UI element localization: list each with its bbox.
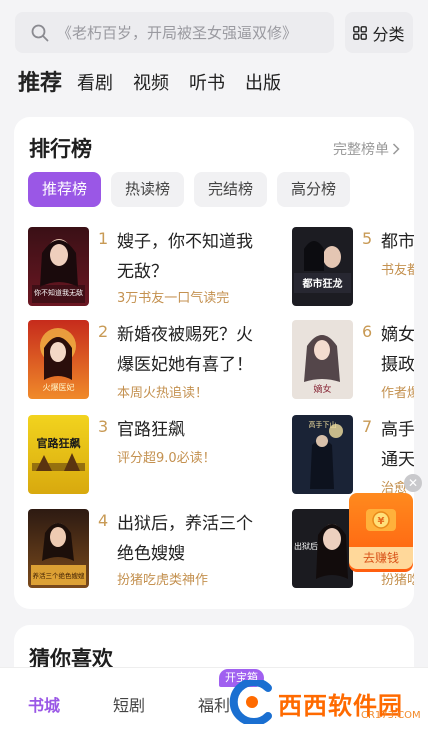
book-item[interactable]: 官路狂飙 3 官路狂飙 评分超9.0必读！ [28,415,278,495]
top-bar: 《老朽百岁，开局被圣女强逼双修》 分类 [0,0,428,60]
book-tag: 3万书友一口气读完 [117,291,230,306]
book-cover: 高手下山 [292,415,353,494]
cover-text: 高手下山 [309,420,337,429]
cover-text: 官路狂飙 [37,436,81,450]
book-cover: 嫡女 [292,320,353,399]
book-cover: 养活三个绝色嫂嫂 [28,509,89,588]
full-ranking-link[interactable]: 完整榜单 [333,139,400,159]
coin-icon: ¥ [366,509,396,531]
chip-recommend[interactable]: 推荐榜 [28,172,102,207]
book-title: 嫡女凌摄政王 [381,325,414,375]
book-title: 嫂子，你不知道我无敌？ [117,232,253,282]
tab-audiobook[interactable]: 听书 [189,66,225,102]
cover-text: 你不知道我无敌 [34,288,83,297]
category-button[interactable]: 分类 [345,12,413,53]
search-placeholder: 《老朽百岁，开局被圣女强逼双修》 [57,24,298,42]
book-title: 高手下通天， [381,420,414,470]
book-item[interactable]: 嫡女 6 嫡女凌摄政王 作者爆 [292,320,414,401]
nav-bookstore[interactable]: 书城 [28,692,60,716]
cover-text: 出狱后 [294,541,318,551]
top-tabs: 推荐 看剧 视频 听书 出版 [18,66,301,102]
earn-money-floating-button[interactable]: ¥ 去赚钱 [349,493,413,572]
rank-number: 1 [98,229,109,248]
book-cover: 都市狂龙 [292,227,353,306]
book-title: 官路狂飙 [117,420,185,440]
book-item[interactable]: 高手下山 7 高手下通天， 治愈 [292,415,414,496]
rank-number: 7 [362,417,373,436]
rank-number: 4 [98,511,109,530]
watermark-logo: 西西软件园 CR173.COM [228,680,428,724]
rank-number: 3 [98,417,109,436]
grid-icon [353,25,368,40]
cover-text: 火爆医妃 [43,382,75,392]
category-label: 分类 [372,24,405,44]
chip-finished[interactable]: 完结榜 [194,172,268,207]
chip-high-score[interactable]: 高分榜 [277,172,351,207]
book-title: 出狱后，养活三个绝色嫂嫂 [117,514,253,564]
search-bar[interactable]: 《老朽百岁，开局被圣女强逼双修》 [15,12,334,53]
rank-number: 6 [362,322,373,341]
earn-money-label: 去赚钱 [349,547,413,569]
book-cover: 官路狂飙 [28,415,89,494]
chip-hot[interactable]: 热读榜 [111,172,185,207]
book-title: 新婚夜被赐死？火爆医妃她有喜了！ [117,325,253,375]
ranking-chips: 推荐榜 热读榜 完结榜 高分榜 [28,172,360,207]
tab-recommend[interactable]: 推荐 [18,66,62,102]
tab-video[interactable]: 视频 [133,66,169,102]
book-item[interactable]: 你不知道我无敌 1 嫂子，你不知道我无敌？ 3万书友一口气读完 [28,227,278,307]
book-item[interactable]: 都市狂龙 5 都市狂 书友都 [292,227,414,307]
full-ranking-label: 完整榜单 [333,142,389,158]
close-icon[interactable]: ✕ [404,474,422,492]
watermark-subtext: CR173.COM [361,710,421,721]
rank-number: 5 [362,229,373,248]
book-title: 都市狂 [381,232,414,252]
tab-drama[interactable]: 看剧 [77,66,113,102]
cover-text: 都市狂龙 [302,277,343,290]
nav-welfare[interactable]: 福利 [198,692,230,716]
ranking-title: 排行榜 [29,137,92,161]
book-cover: 火爆医妃 [28,320,89,399]
book-tag: 本周火热追读！ [117,386,209,401]
book-tag: 作者爆 [381,386,414,401]
book-tag: 扮猪吃虎类神作 [117,573,209,588]
watermark-icon [229,680,272,724]
book-cover: 你不知道我无敌 [28,227,89,306]
book-cover: 出狱后 [292,509,353,588]
book-tag: 评分超9.0必读！ [117,451,216,466]
svg-text:¥: ¥ [378,516,385,527]
cover-text: 嫡女 [313,383,331,395]
chevron-right-icon [392,143,400,155]
nav-short-drama[interactable]: 短剧 [113,692,145,716]
rank-number: 2 [98,322,109,341]
book-tag: 书友都 [381,263,414,278]
book-item[interactable]: 养活三个绝色嫂嫂 4 出狱后，养活三个绝色嫂嫂 扮猪吃虎类神作 [28,509,278,589]
tab-publish[interactable]: 出版 [245,66,281,102]
cover-text: 养活三个绝色嫂嫂 [33,571,86,580]
book-item[interactable]: 火爆医妃 2 新婚夜被赐死？火爆医妃她有喜了！ 本周火热追读！ [28,320,278,401]
search-icon [31,24,49,41]
